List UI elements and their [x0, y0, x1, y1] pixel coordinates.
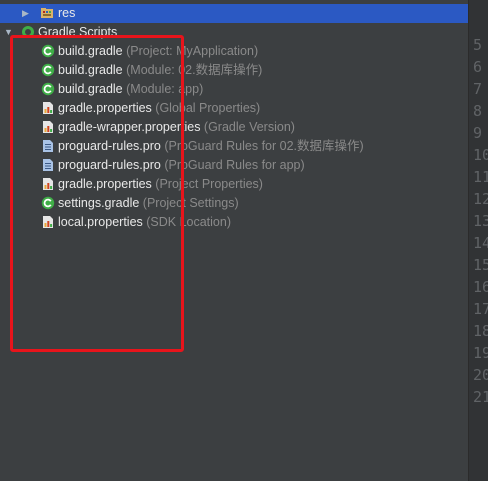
line-number: 20 — [473, 366, 488, 384]
line-number: 10 — [473, 146, 488, 164]
expand-arrow-icon[interactable]: ▶ — [22, 4, 29, 23]
tree-item-res[interactable]: ▶ res — [0, 4, 468, 23]
editor-gutter: 5 6 7 8 9 10 11 12 13 14 15 16 17 18 19 20 21 — [468, 0, 488, 481]
file-hint: (Gradle Version) — [200, 120, 295, 134]
line-number: 13 — [473, 212, 488, 230]
line-number: 17 — [473, 300, 488, 318]
line-number: 7 — [473, 80, 483, 98]
line-number: 6 — [473, 58, 483, 76]
line-number: 8 — [473, 102, 483, 120]
tree-item-res-label: res — [58, 6, 76, 20]
line-number: 9 — [473, 124, 483, 142]
resource-folder-icon — [41, 8, 53, 18]
line-number: 18 — [473, 322, 488, 340]
line-number: 15 — [473, 256, 488, 274]
line-number: 11 — [473, 168, 488, 186]
file-hint: (ProGuard Rules for 02.数据库操作) — [160, 139, 364, 153]
line-number: 21 — [473, 388, 488, 406]
project-tree-panel: ▶ res ▼ Gradle Scripts build.gradle (Pro… — [0, 0, 468, 481]
ide-window: ▶ res ▼ Gradle Scripts build.gradle (Pro… — [0, 0, 488, 481]
red-highlight-annotation — [10, 35, 184, 352]
line-number: 19 — [473, 344, 488, 362]
line-number: 16 — [473, 278, 488, 296]
line-number: 14 — [473, 234, 488, 252]
line-number: 5 — [473, 36, 483, 54]
line-number: 12 — [473, 190, 488, 208]
